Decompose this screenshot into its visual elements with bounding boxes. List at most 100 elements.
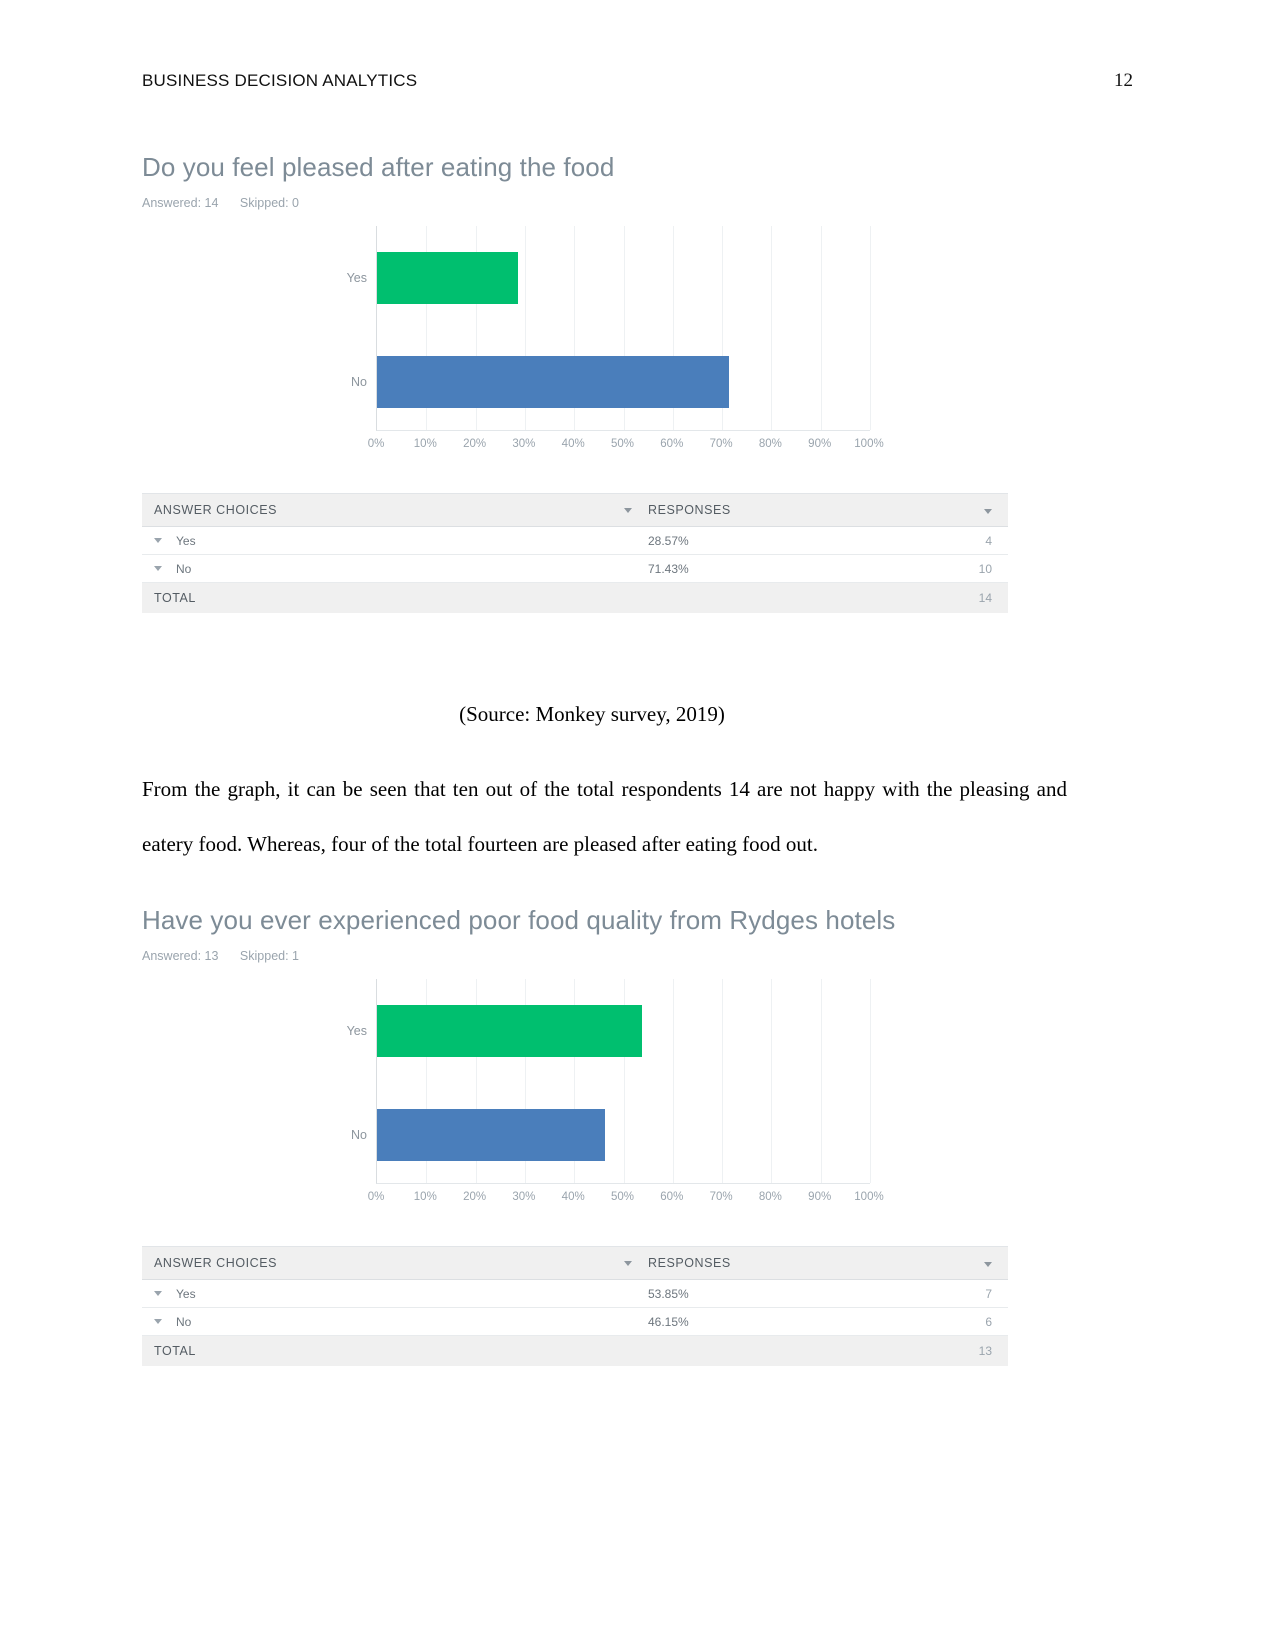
x-tick-label: 60% [660, 1191, 684, 1203]
chart-bar-row: Yes [347, 1005, 643, 1057]
bar-category-label: No [351, 1128, 367, 1142]
chart-bar[interactable] [377, 1005, 643, 1057]
x-tick-label: 10% [413, 1191, 437, 1203]
x-tick-label: 50% [610, 1191, 635, 1203]
table-row: No 46.15% 6 [142, 1308, 1008, 1336]
chart-bar[interactable] [377, 1109, 605, 1161]
table-total-row: TOTAL 13 [142, 1336, 1008, 1366]
column-header-answer-choices: ANSWER CHOICES [154, 1256, 277, 1270]
x-tick-label: 30% [512, 438, 536, 450]
gridline [870, 226, 871, 430]
x-tick-label: 100% [854, 1191, 884, 1203]
x-tick-label: 30% [512, 1191, 536, 1203]
chevron-down-icon[interactable] [624, 1260, 632, 1266]
chart-bar[interactable] [377, 252, 518, 304]
survey-block-2: Have you ever experienced poor food qual… [142, 905, 1042, 1366]
survey2-meta: Answered: 13 Skipped: 1 [142, 949, 1042, 963]
survey2-skipped: Skipped: 1 [239, 949, 299, 963]
survey1-plot-area: Yes No [347, 226, 871, 431]
x-tick-label: 70% [709, 1191, 733, 1203]
table-row: No 71.43% 10 [142, 555, 1008, 583]
x-tick-label: 80% [758, 438, 782, 450]
column-header-responses: RESPONSES [648, 1256, 731, 1270]
survey1-results-table: ANSWER CHOICES RESPONSES Yes 28.57% 4 No… [142, 493, 1008, 613]
row-choice-label: Yes [176, 533, 196, 548]
row-percent: 71.43% [648, 561, 689, 576]
table-header-row: ANSWER CHOICES RESPONSES [142, 494, 1008, 527]
x-tick-label: 40% [561, 438, 585, 450]
row-choice-label: Yes [176, 1286, 196, 1301]
gridline [820, 979, 822, 1183]
chart-bar-row: Yes [347, 252, 518, 304]
row-percent: 28.57% [648, 533, 689, 548]
gridline [870, 979, 871, 1183]
row-count: 7 [985, 1286, 992, 1301]
chevron-down-icon[interactable] [624, 507, 632, 513]
bar-category-label: Yes [346, 271, 367, 285]
x-tick-label: 70% [709, 438, 733, 450]
x-tick-label: 20% [463, 438, 487, 450]
document-page: BUSINESS DECISION ANALYTICS 12 Do you fe… [0, 0, 1275, 1650]
row-count: 6 [985, 1314, 992, 1329]
chart-bar-row: No [351, 1109, 605, 1161]
x-tick-label: 10% [413, 438, 437, 450]
row-count: 10 [978, 561, 992, 576]
survey2-chart: Yes No 0% 10% 20% 30% 40% 50% 60% 70% 80% 90% 100% [142, 979, 1042, 1224]
column-header-answer-choices: ANSWER CHOICES [154, 503, 277, 517]
gridline [820, 226, 822, 430]
row-percent: 46.15% [648, 1314, 689, 1329]
source-caption: (Source: Monkey survey, 2019) [459, 702, 725, 726]
chevron-down-icon[interactable] [154, 566, 162, 571]
row-choice-label: No [176, 561, 192, 576]
gridline [771, 226, 773, 430]
header-title: BUSINESS DECISION ANALYTICS [142, 71, 418, 90]
gridline [771, 979, 773, 1183]
row-percent: 53.85% [648, 1286, 689, 1301]
x-tick-label: 40% [561, 1191, 585, 1203]
x-tick-label: 90% [808, 438, 832, 450]
table-row: Yes 28.57% 4 [142, 527, 1008, 555]
survey1-x-axis-ticks: 0% 10% 20% 30% 40% 50% 60% 70% 80% 90% 100% [368, 438, 884, 456]
x-tick-label: 90% [808, 1191, 832, 1203]
survey1-meta: Answered: 14 Skipped: 0 [142, 196, 1042, 210]
survey2-plot-area: Yes No [347, 979, 871, 1184]
total-count: 13 [978, 1344, 992, 1358]
survey2-results-table: ANSWER CHOICES RESPONSES Yes 53.85% 7 No… [142, 1246, 1008, 1366]
bar-category-label: No [351, 375, 367, 389]
body-paragraph: From the graph, it can be seen that ten … [142, 777, 1067, 857]
chart-bar-row: No [351, 356, 730, 408]
row-count: 4 [985, 533, 992, 548]
x-tick-label: 60% [660, 438, 684, 450]
total-count: 14 [978, 591, 992, 605]
survey1-chart: Yes No 0% 10% 20% 30% 40% 50% 60% 70% 80% 90% 100% [142, 226, 1042, 471]
x-tick-label: 80% [758, 1191, 782, 1203]
survey-block-1: Do you feel pleased after eating the foo… [142, 152, 1042, 613]
row-choice-label: No [176, 1314, 192, 1329]
x-tick-label: 20% [463, 1191, 487, 1203]
chevron-down-icon[interactable] [154, 1319, 162, 1324]
running-header: BUSINESS DECISION ANALYTICS 12 [142, 70, 1133, 92]
survey2-title: Have you ever experienced poor food qual… [142, 905, 896, 935]
survey1-title: Do you feel pleased after eating the foo… [142, 152, 615, 182]
chevron-down-icon[interactable] [154, 1291, 162, 1296]
total-label: TOTAL [154, 591, 196, 605]
x-tick-label: 100% [854, 438, 884, 450]
total-label: TOTAL [154, 1344, 196, 1358]
chevron-down-icon[interactable] [154, 538, 162, 543]
gridline [672, 979, 674, 1183]
table-header-row: ANSWER CHOICES RESPONSES [142, 1247, 1008, 1280]
chevron-down-icon[interactable] [984, 509, 992, 514]
x-tick-label: 0% [367, 438, 385, 450]
x-tick-label: 50% [610, 438, 635, 450]
survey1-skipped: Skipped: 0 [239, 196, 299, 210]
chart-bar[interactable] [377, 356, 730, 408]
survey1-answered: Answered: 14 [142, 196, 219, 210]
table-total-row: TOTAL 14 [142, 583, 1008, 613]
x-tick-label: 0% [367, 1191, 385, 1203]
survey2-answered: Answered: 13 [142, 949, 219, 963]
page-number: 12 [1114, 70, 1133, 91]
bar-category-label: Yes [346, 1024, 367, 1038]
survey2-x-axis-ticks: 0% 10% 20% 30% 40% 50% 60% 70% 80% 90% 100% [368, 1191, 884, 1209]
chevron-down-icon[interactable] [984, 1262, 992, 1267]
column-header-responses: RESPONSES [648, 503, 731, 517]
